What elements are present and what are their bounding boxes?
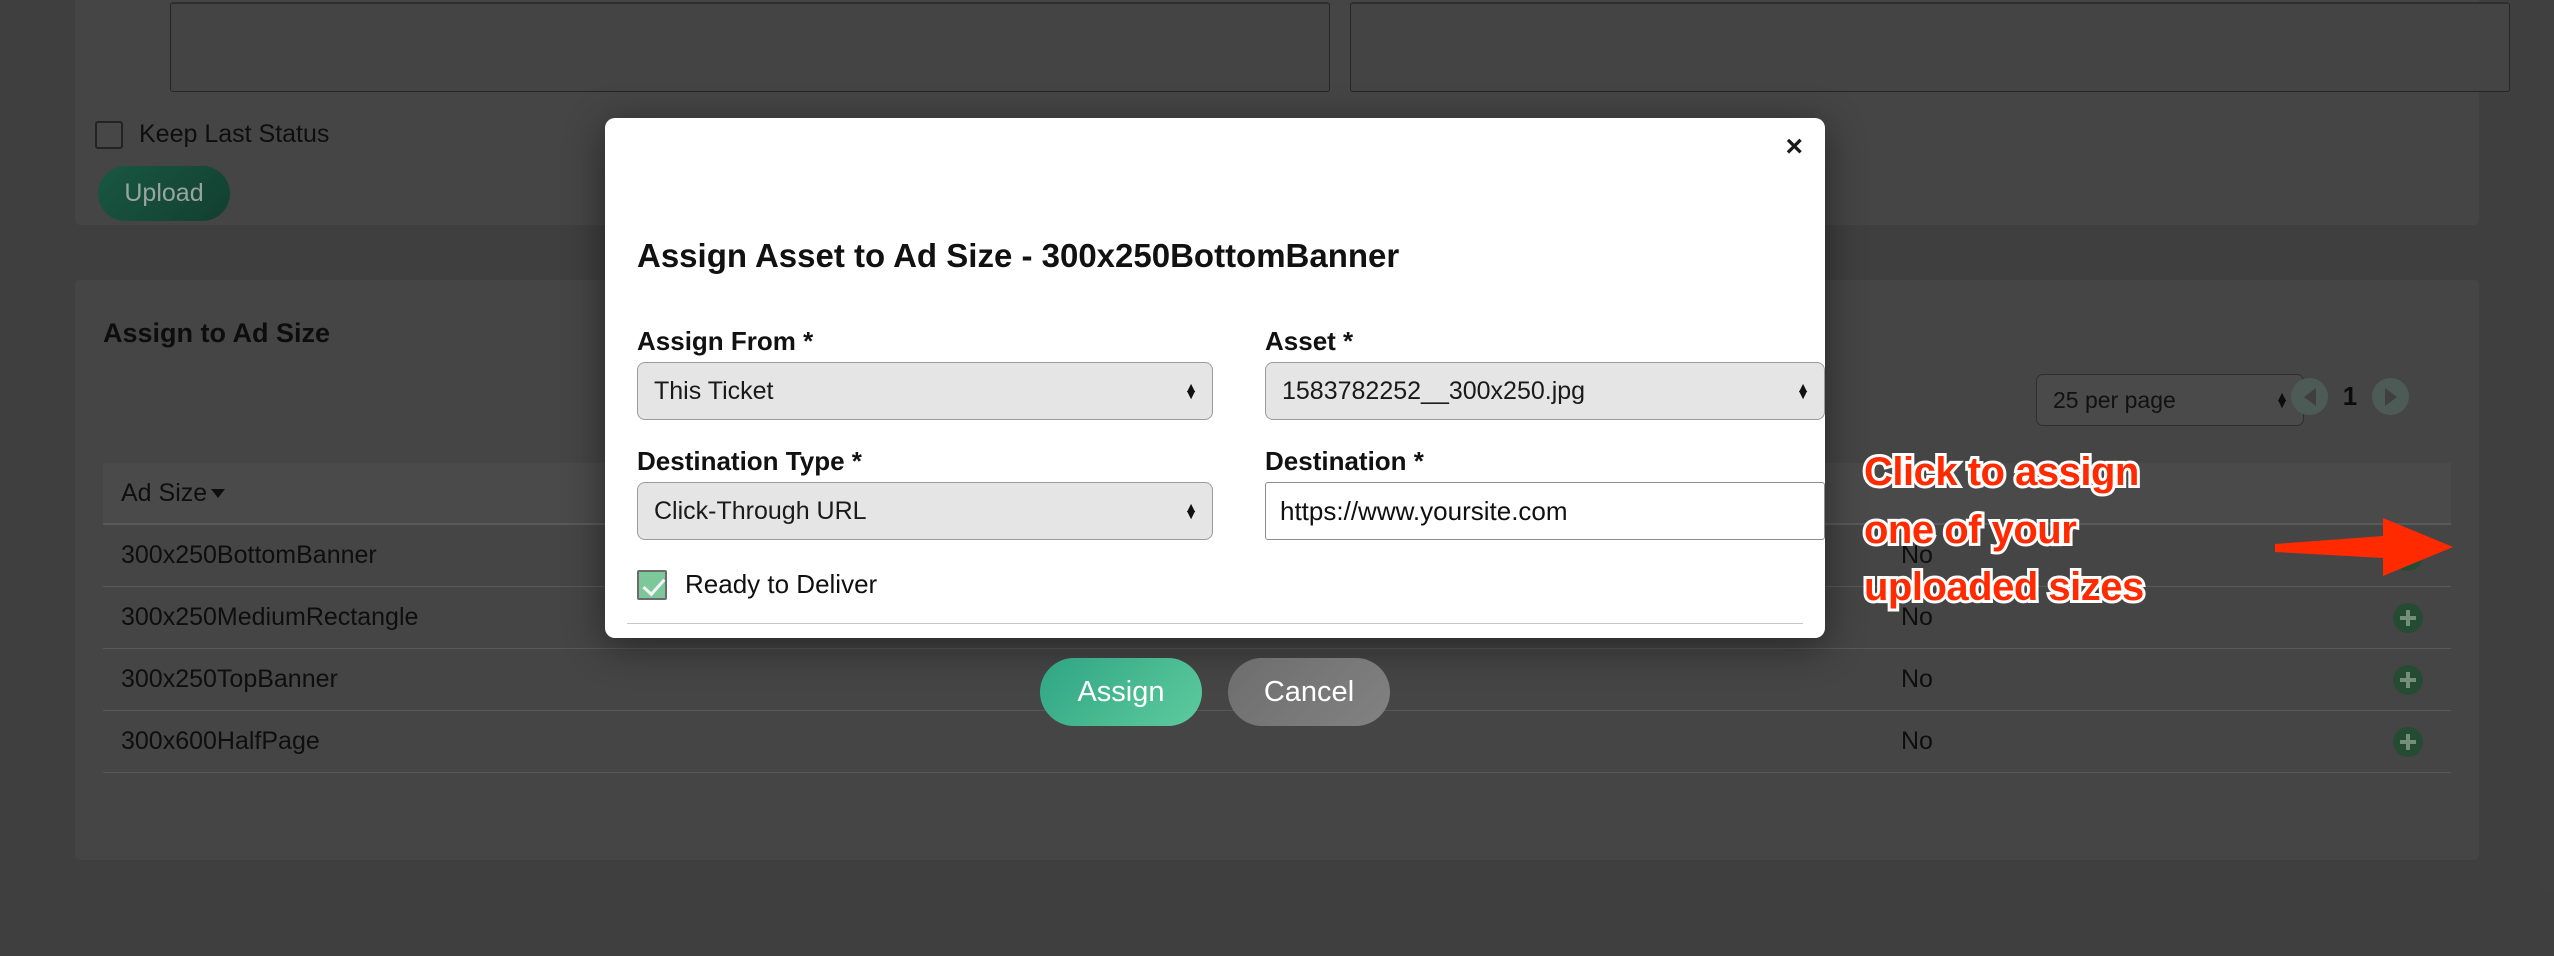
modal-actions: Assign Cancel	[605, 658, 1825, 726]
assign-from-value: This Ticket	[654, 376, 774, 405]
add-icon[interactable]	[2393, 664, 2423, 695]
per-page-select[interactable]: 25 per page ▲ ▼	[2036, 374, 2304, 426]
ready-to-deliver-row[interactable]: Ready to Deliver	[637, 569, 877, 600]
per-page-value: 25 per page	[2053, 386, 2176, 413]
pagination-top[interactable]: 1	[2291, 378, 2409, 415]
assign-asset-modal: × Assign Asset to Ad Size - 300x250Botto…	[605, 118, 1825, 726]
upload-button[interactable]: Upload	[98, 166, 230, 221]
spinner-icon: ▲ ▼	[1184, 499, 1198, 522]
assign-panel-heading: Assign to Ad Size	[103, 318, 331, 348]
annotation-line-2: one of your	[1861, 506, 2080, 553]
keep-last-status-checkbox[interactable]	[95, 120, 123, 149]
destination-type-select[interactable]: Click-Through URL ▲ ▼	[637, 482, 1213, 540]
cell-action[interactable]	[2283, 726, 2451, 757]
destination-type-label: Destination Type *	[637, 446, 862, 476]
column-header-ad-size-label: Ad Size	[121, 478, 208, 507]
asset-value: 1583782252__300x250.jpg	[1282, 376, 1586, 405]
ready-to-deliver-label: Ready to Deliver	[685, 569, 878, 599]
add-icon[interactable]	[2393, 602, 2423, 633]
add-icon[interactable]	[2393, 726, 2423, 757]
modal-title: Assign Asset to Ad Size - 300x250BottomB…	[637, 237, 1400, 274]
keep-last-status-label: Keep Last Status	[139, 120, 330, 148]
url-textarea[interactable]	[170, 2, 1330, 92]
asset-select[interactable]: 1583782252__300x250.jpg ▲ ▼	[1265, 362, 1825, 420]
assign-from-select[interactable]: This Ticket ▲ ▼	[637, 362, 1213, 420]
modal-divider	[627, 623, 1803, 624]
spinner-icon: ▲ ▼	[1184, 379, 1198, 402]
prev-page-icon[interactable]	[2291, 378, 2328, 415]
destination-type-value: Click-Through URL	[654, 496, 867, 525]
per-page-select-wrapper[interactable]: 25 per page ▲ ▼	[2036, 374, 2304, 426]
close-icon[interactable]: ×	[1785, 132, 1803, 162]
cell-ready: No	[1901, 727, 1933, 755]
destination-input[interactable]: https://www.yoursite.com	[1265, 482, 1825, 540]
cancel-button[interactable]: Cancel	[1228, 658, 1390, 726]
note-textarea[interactable]	[1350, 2, 2510, 92]
next-page-icon[interactable]	[2372, 378, 2409, 415]
chevron-down-icon	[211, 488, 226, 498]
spinner-icon: ▲ ▼	[1796, 379, 1810, 402]
ready-to-deliver-checkbox[interactable]	[637, 569, 667, 600]
assign-from-label: Assign From *	[637, 326, 814, 356]
page-number-top: 1	[2342, 381, 2358, 411]
keep-last-status-row[interactable]: Keep Last Status	[95, 120, 329, 149]
page-root: URL Note Keep Last Status Upload Assign …	[0, 0, 2554, 956]
asset-label: Asset *	[1265, 326, 1354, 356]
cell-ready: No	[1901, 665, 1933, 693]
cell-ad-size: 300x600HalfPage	[121, 727, 320, 755]
annotation-line-3: uploaded sizes	[1861, 564, 2147, 611]
spinner-icon: ▲ ▼	[2275, 388, 2289, 411]
cell-action[interactable]	[2283, 602, 2451, 633]
destination-label: Destination *	[1265, 446, 1424, 476]
annotation-line-1: Click to assign	[1861, 448, 2142, 495]
annotation-callout: Click to assign one of your uploaded siz…	[1861, 448, 2244, 625]
right-arrow-icon	[2275, 518, 2453, 576]
cell-action[interactable]	[2283, 664, 2451, 695]
assign-button[interactable]: Assign	[1040, 658, 1202, 726]
